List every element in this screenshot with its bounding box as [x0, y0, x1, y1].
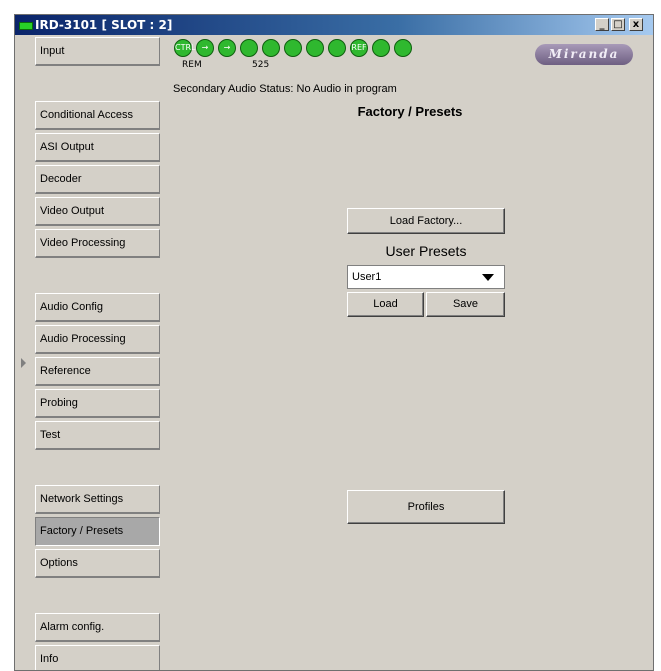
maximize-button[interactable]: □: [611, 18, 625, 31]
app-window: IRD-3101 [ SLOT : 2] _ □ x Input Conditi…: [14, 14, 654, 671]
sidebar-item-factory-presets[interactable]: Factory / Presets: [35, 517, 160, 546]
audio-icon[interactable]: [262, 39, 280, 57]
audio-lock-icon[interactable]: [306, 39, 324, 57]
sidebar-item-conditional-access[interactable]: Conditional Access: [35, 101, 160, 130]
title-bar[interactable]: IRD-3101 [ SLOT : 2] _ □ x: [15, 15, 653, 35]
sidebar-item-video-processing[interactable]: Video Processing: [35, 229, 160, 258]
status-led-icon: [19, 22, 33, 30]
profiles-button[interactable]: Profiles: [347, 490, 505, 524]
sidebar-item-options[interactable]: Options: [35, 549, 160, 578]
user-presets-label: User Presets: [385, 243, 467, 259]
sidebar-item-video-output[interactable]: Video Output: [35, 197, 160, 226]
delay-icon[interactable]: [328, 39, 346, 57]
sidebar-item-test[interactable]: Test: [35, 421, 160, 450]
audio-status-icon[interactable]: [284, 39, 302, 57]
load-preset-button[interactable]: Load: [347, 292, 424, 317]
sidebar-item-alarm-config[interactable]: Alarm config.: [35, 613, 160, 642]
expand-arrow-icon[interactable]: [21, 358, 26, 368]
load-factory-button[interactable]: Load Factory...: [347, 208, 505, 234]
video-icon[interactable]: [372, 39, 390, 57]
minimize-button[interactable]: _: [595, 18, 609, 31]
sidebar-item-reference[interactable]: Reference: [35, 357, 160, 386]
ref-icon[interactable]: REF: [350, 39, 368, 57]
sidebar-item-input[interactable]: Input: [35, 37, 160, 66]
output-arrow-icon[interactable]: →: [218, 39, 236, 57]
user-preset-selected: User1: [352, 271, 382, 283]
ok-led-icon[interactable]: [394, 39, 412, 57]
sidebar-item-audio-processing[interactable]: Audio Processing: [35, 325, 160, 354]
user-preset-select[interactable]: User1: [347, 265, 505, 289]
miranda-logo: Miranda: [535, 44, 633, 65]
secondary-audio-status: Secondary Audio Status: No Audio in prog…: [173, 83, 397, 95]
close-button[interactable]: x: [629, 18, 643, 31]
sidebar-item-decoder[interactable]: Decoder: [35, 165, 160, 194]
save-preset-button[interactable]: Save: [426, 292, 505, 317]
sidebar: Input Conditional Access ASI Output Deco…: [33, 35, 162, 670]
main-panel: CTRL → → REF REM 525 Miranda Secondary A…: [167, 35, 653, 670]
input-arrow-icon[interactable]: →: [196, 39, 214, 57]
resolution-label: 525: [252, 60, 270, 70]
status-icon-row: CTRL → → REF REM 525: [174, 39, 474, 70]
sidebar-item-probing[interactable]: Probing: [35, 389, 160, 418]
sidebar-item-asi-output[interactable]: ASI Output: [35, 133, 160, 162]
dropdown-arrow-icon[interactable]: [482, 274, 494, 281]
collapse-strip[interactable]: [15, 35, 33, 670]
window-title: IRD-3101 [ SLOT : 2]: [35, 18, 173, 32]
ctrl-icon[interactable]: CTRL: [174, 39, 196, 57]
sidebar-item-network-settings[interactable]: Network Settings: [35, 485, 160, 514]
rem-label: REM: [182, 60, 202, 70]
sidebar-item-info[interactable]: Info: [35, 645, 160, 670]
page-title: Factory / Presets: [357, 104, 463, 119]
lock-icon[interactable]: [240, 39, 258, 57]
sidebar-item-audio-config[interactable]: Audio Config: [35, 293, 160, 322]
